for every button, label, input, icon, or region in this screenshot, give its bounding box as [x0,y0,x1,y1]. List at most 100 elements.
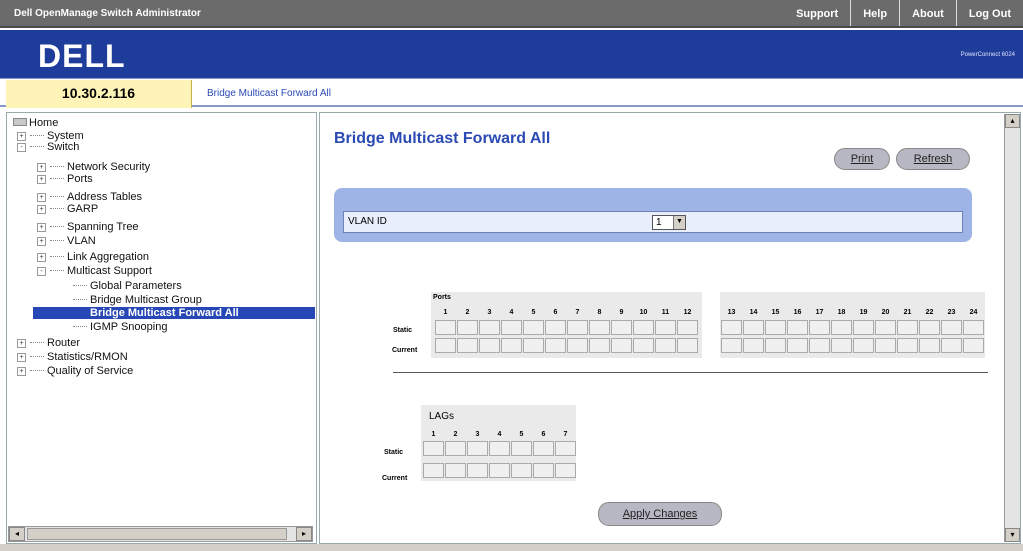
lag-static-cell[interactable] [445,441,466,456]
tree-item-global-parameters[interactable]: Global Parameters [73,280,182,292]
port-static-cell[interactable] [633,320,654,335]
port-current-cell[interactable] [457,338,478,353]
port-static-cell[interactable] [743,320,764,335]
content-vertical-scrollbar[interactable]: ▴ ▾ [1004,114,1020,542]
port-static-cell[interactable] [853,320,874,335]
expand-icon[interactable]: + [37,205,46,214]
expand-icon[interactable]: + [17,353,26,362]
expand-icon[interactable]: + [17,367,26,376]
port-static-cell[interactable] [677,320,698,335]
port-current-cell[interactable] [501,338,522,353]
print-button[interactable]: Print [834,148,890,170]
port-current-cell[interactable] [435,338,456,353]
expand-icon[interactable]: + [37,223,46,232]
port-static-cell[interactable] [809,320,830,335]
vlan-id-select[interactable]: 1 ▼ [652,215,686,230]
port-static-cell[interactable] [875,320,896,335]
port-static-cell[interactable] [941,320,962,335]
tree-item-ports[interactable]: + Ports [37,173,93,185]
tree-root-home[interactable]: Home [13,117,58,129]
expand-icon[interactable]: + [37,163,46,172]
port-current-cell[interactable] [523,338,544,353]
port-static-cell[interactable] [457,320,478,335]
tree-item-vlan[interactable]: + VLAN [37,235,96,247]
scroll-right-icon[interactable]: ▸ [296,527,312,541]
tree-item-bridge-multicast-group[interactable]: Bridge Multicast Group [73,294,202,306]
help-link[interactable]: Help [850,0,899,26]
port-current-cell[interactable] [655,338,676,353]
lag-static-cell[interactable] [489,441,510,456]
tree-item-router[interactable]: + Router [17,337,80,349]
port-current-cell[interactable] [941,338,962,353]
collapse-icon[interactable]: - [37,267,46,276]
port-static-cell[interactable] [787,320,808,335]
port-current-cell[interactable] [479,338,500,353]
apply-changes-button[interactable]: Apply Changes [598,502,722,526]
tree-item-network-security[interactable]: + Network Security [37,161,150,173]
tree-item-bridge-multicast-forward-all[interactable]: Bridge Multicast Forward All [33,307,315,319]
port-current-cell[interactable] [743,338,764,353]
lag-static-cell[interactable] [423,441,444,456]
expand-icon[interactable]: + [37,237,46,246]
tree-item-multicast-support[interactable]: - Multicast Support [37,265,152,277]
port-static-cell[interactable] [963,320,984,335]
tree-item-igmp-snooping[interactable]: IGMP Snooping [73,321,167,333]
scroll-left-icon[interactable]: ◂ [9,527,25,541]
port-current-cell[interactable] [919,338,940,353]
tree-item-statistics-rmon[interactable]: + Statistics/RMON [17,351,128,363]
expand-icon[interactable]: + [37,193,46,202]
port-current-cell[interactable] [875,338,896,353]
lag-current-cell[interactable] [533,463,554,478]
tree-item-address-tables[interactable]: + Address Tables [37,191,142,203]
lag-static-cell[interactable] [467,441,488,456]
port-current-cell[interactable] [589,338,610,353]
support-link[interactable]: Support [784,0,850,26]
port-current-cell[interactable] [897,338,918,353]
port-static-cell[interactable] [567,320,588,335]
port-current-cell[interactable] [963,338,984,353]
port-current-cell[interactable] [721,338,742,353]
lag-static-cell[interactable] [511,441,532,456]
port-static-cell[interactable] [589,320,610,335]
port-static-cell[interactable] [655,320,676,335]
port-current-cell[interactable] [831,338,852,353]
port-current-cell[interactable] [853,338,874,353]
tree-item-spanning-tree[interactable]: + Spanning Tree [37,221,139,233]
tree-item-garp[interactable]: + GARP [37,203,98,215]
port-static-cell[interactable] [523,320,544,335]
sidebar-horizontal-scrollbar[interactable]: ◂ ▸ [8,526,313,542]
lag-static-cell[interactable] [533,441,554,456]
tree-item-quality-of-service[interactable]: + Quality of Service [17,365,133,377]
port-static-cell[interactable] [721,320,742,335]
port-current-cell[interactable] [677,338,698,353]
lag-current-cell[interactable] [445,463,466,478]
port-static-cell[interactable] [765,320,786,335]
chevron-down-icon[interactable]: ▼ [673,216,685,229]
port-static-cell[interactable] [919,320,940,335]
port-static-cell[interactable] [501,320,522,335]
log-out-link[interactable]: Log Out [955,0,1023,26]
refresh-button[interactable]: Refresh [896,148,970,170]
expand-icon[interactable]: + [37,253,46,262]
scroll-down-icon[interactable]: ▾ [1005,528,1020,542]
port-static-cell[interactable] [897,320,918,335]
scrollbar-thumb[interactable] [27,528,287,540]
tree-item-switch[interactable]: - Switch [17,141,79,153]
collapse-icon[interactable]: - [17,143,26,152]
lag-current-cell[interactable] [467,463,488,478]
port-current-cell[interactable] [809,338,830,353]
lag-static-cell[interactable] [555,441,576,456]
port-current-cell[interactable] [545,338,566,353]
port-static-cell[interactable] [611,320,632,335]
expand-icon[interactable]: + [17,339,26,348]
port-current-cell[interactable] [567,338,588,353]
tree-item-link-aggregation[interactable]: + Link Aggregation [37,251,149,263]
port-static-cell[interactable] [435,320,456,335]
lag-current-cell[interactable] [511,463,532,478]
lag-current-cell[interactable] [423,463,444,478]
lag-current-cell[interactable] [489,463,510,478]
port-current-cell[interactable] [787,338,808,353]
expand-icon[interactable]: + [17,132,26,141]
port-current-cell[interactable] [633,338,654,353]
expand-icon[interactable]: + [37,175,46,184]
